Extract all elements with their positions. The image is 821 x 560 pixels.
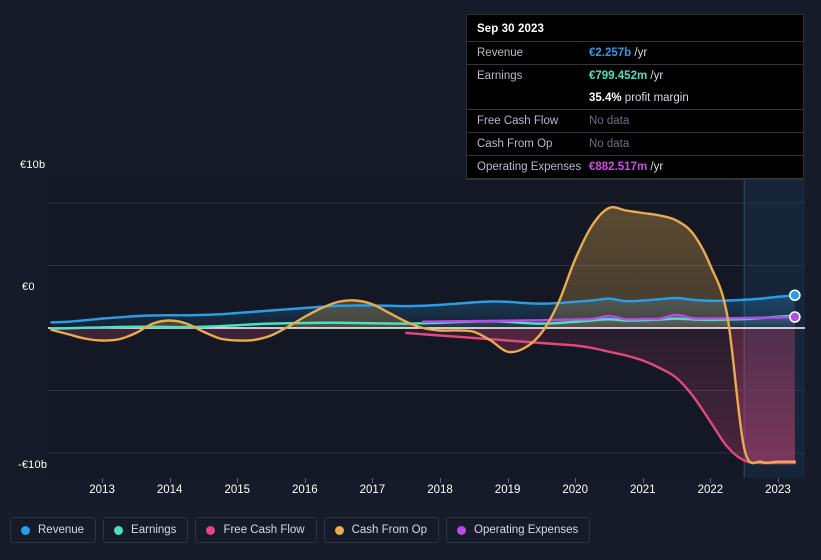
- x-axis-tick: [710, 478, 712, 483]
- tooltip-row-value: €882.517m /yr: [589, 161, 664, 173]
- x-axis-tick: [575, 478, 577, 483]
- x-axis: 2013 2014 2015 2016 2017 2018 2019 2020 2021 2022…: [0, 484, 821, 504]
- tooltip-row-label: Cash From Op: [477, 138, 553, 150]
- x-axis-tick: [169, 478, 171, 483]
- legend-item-free-cash-flow[interactable]: Free Cash Flow: [195, 517, 317, 543]
- legend-item-cash-from-op[interactable]: Cash From Op: [323, 517, 440, 543]
- plot-svg: [48, 178, 805, 478]
- x-axis-label-2020: 2020: [562, 484, 588, 496]
- x-axis-label-2022: 2022: [697, 484, 724, 496]
- tooltip-row: Operating Expenses €882.517m /yr: [467, 155, 803, 178]
- y-axis-label-top: €10b: [20, 159, 46, 171]
- x-axis-label-2018: 2018: [427, 484, 453, 496]
- legend-color-dot-icon: [21, 525, 30, 535]
- tooltip-row-value: No data: [589, 138, 630, 150]
- tooltip-bottom-divider: [467, 178, 803, 179]
- legend-item-label: Revenue: [38, 524, 85, 536]
- x-axis-tick: [372, 478, 374, 483]
- chart-legend: Revenue Earnings Free Cash Flow Cash From O…: [10, 517, 591, 543]
- x-axis-tick: [304, 478, 306, 483]
- financial-chart: €10b €0 -€10b 2013 2014 2015 2016 2017 2018 20…: [0, 0, 821, 560]
- tooltip-row-value: No data: [589, 115, 630, 127]
- legend-item-label: Earnings: [131, 524, 177, 536]
- legend-color-dot-icon: [334, 525, 344, 535]
- data-tooltip: Sep 30 2023 Revenue €2.257b /yr Earnings €7…: [466, 14, 804, 180]
- legend-item-label: Cash From Op: [351, 524, 428, 536]
- x-axis-label-2021: 2021: [629, 484, 656, 496]
- legend-item-operating-expenses[interactable]: Operating Expenses: [446, 517, 591, 543]
- x-axis-tick: [102, 478, 104, 483]
- legend-color-dot-icon: [114, 525, 124, 535]
- tooltip-row: Earnings €799.452m /yr: [467, 64, 803, 87]
- plot-area[interactable]: [48, 178, 805, 478]
- x-axis-tick: [440, 478, 442, 483]
- legend-item-earnings[interactable]: Earnings: [103, 517, 189, 543]
- tooltip-row-label: Revenue: [477, 47, 524, 59]
- y-axis-label-bottom: -€10b: [18, 459, 48, 471]
- x-axis-tick: [642, 478, 644, 483]
- tooltip-row: Cash From Op No data: [467, 132, 803, 155]
- tooltip-row-label: Free Cash Flow: [477, 115, 559, 127]
- tooltip-rows: Revenue €2.257b /yr Earnings €799.452m /yr 3…: [467, 41, 803, 178]
- tooltip-date: Sep 30 2023: [477, 23, 544, 35]
- tooltip-row-value: €799.452m /yr: [589, 70, 664, 82]
- tooltip-row-label: Earnings: [477, 70, 523, 82]
- x-axis-label-2023: 2023: [765, 484, 791, 496]
- tooltip-row: Revenue €2.257b /yr: [467, 41, 803, 64]
- x-axis-label-2014: 2014: [156, 484, 183, 496]
- legend-color-dot-icon: [206, 525, 216, 535]
- tooltip-row: 35.4% profit margin: [467, 87, 803, 109]
- x-axis-tick: [237, 478, 239, 483]
- y-axis-label-zero: €0: [22, 281, 35, 293]
- legend-color-dot-icon: [457, 525, 467, 535]
- x-axis-label-2017: 2017: [359, 484, 386, 496]
- legend-item-label: Operating Expenses: [474, 524, 579, 536]
- tooltip-row-value: €2.257b /yr: [589, 47, 648, 59]
- x-axis-tick: [777, 478, 779, 483]
- legend-item-label: Free Cash Flow: [223, 524, 305, 536]
- tooltip-row-value: 35.4% profit margin: [589, 92, 689, 104]
- tooltip-row-label: Operating Expenses: [477, 161, 582, 173]
- x-axis-label-2015: 2015: [224, 484, 251, 496]
- x-axis-tick: [507, 478, 509, 483]
- x-axis-label-2016: 2016: [292, 484, 318, 496]
- x-axis-label-2013: 2013: [89, 484, 115, 496]
- x-axis-label-2019: 2019: [494, 484, 521, 496]
- legend-item-revenue[interactable]: Revenue: [10, 517, 97, 543]
- tooltip-row: Free Cash Flow No data: [467, 109, 803, 132]
